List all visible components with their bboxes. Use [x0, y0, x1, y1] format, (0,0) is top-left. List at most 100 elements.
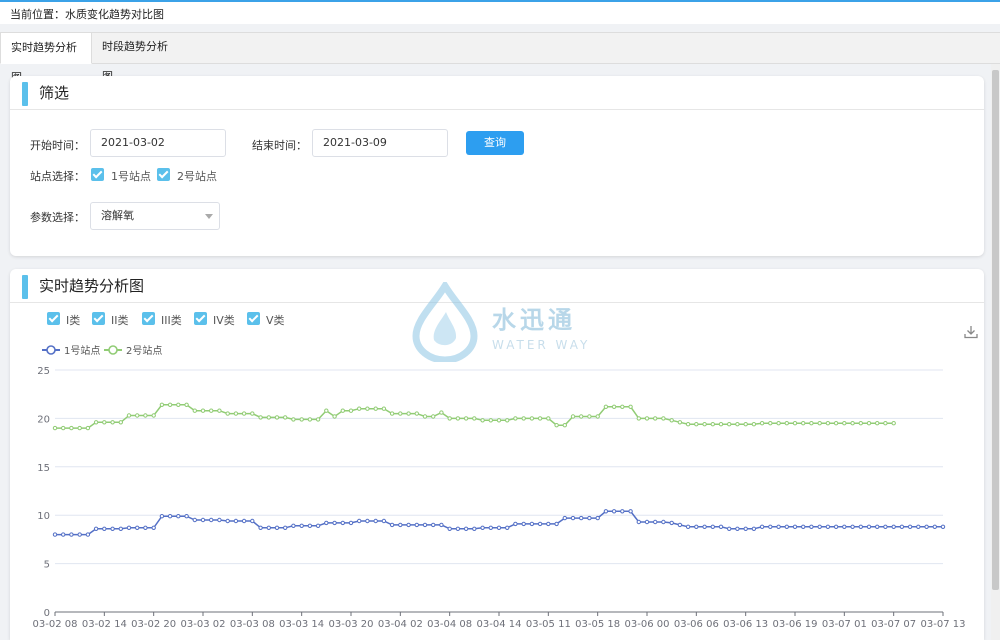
- data-point-1: [899, 524, 905, 530]
- data-point-2: [167, 402, 173, 408]
- data-point-2: [883, 421, 888, 426]
- data-point-2: [735, 422, 740, 427]
- data-point-1: [546, 521, 551, 527]
- data-point-1: [866, 524, 872, 530]
- data-point-1: [669, 520, 674, 526]
- station-1-checkbox[interactable]: [91, 168, 104, 181]
- data-point-2: [389, 411, 395, 416]
- data-point-2: [595, 414, 600, 419]
- data-point-1: [61, 532, 66, 537]
- x-tick-label: 03-06 00: [625, 619, 670, 630]
- data-point-1: [825, 524, 831, 530]
- y-tick-label: 25: [37, 366, 50, 377]
- data-point-2: [562, 423, 567, 428]
- data-point-1: [521, 521, 526, 527]
- start-date-input[interactable]: 2021-03-02: [90, 129, 226, 157]
- data-point-1: [463, 526, 469, 532]
- x-tick-label: 03-07 07: [871, 619, 916, 630]
- data-point-2: [192, 408, 198, 413]
- data-point-1: [924, 524, 929, 530]
- data-point-2: [307, 417, 313, 422]
- data-point-1: [718, 524, 724, 530]
- data-point-1: [883, 524, 888, 530]
- data-point-2: [225, 411, 230, 416]
- data-point-2: [324, 408, 329, 413]
- param-select-label: 参数选择：: [30, 211, 85, 224]
- class-2-checkbox[interactable]: [92, 312, 105, 325]
- class-5-checkbox[interactable]: [247, 312, 260, 325]
- water-drop-logo-icon: [412, 282, 478, 362]
- x-axis-ticks: 03-02 08 03-02 14 03-02 20 03-03 02 03-03 08…: [33, 612, 965, 630]
- data-point-1: [710, 524, 715, 530]
- data-point-1: [102, 526, 107, 532]
- legend-label-2: 2号站点: [126, 344, 162, 357]
- data-point-2: [792, 421, 798, 426]
- data-point-1: [274, 525, 280, 531]
- data-point-2: [751, 422, 757, 427]
- data-point-2: [77, 425, 82, 431]
- data-point-1: [77, 532, 82, 537]
- title-accent-bar: [22, 275, 28, 299]
- data-point-1: [85, 532, 91, 537]
- x-tick-label: 03-02 08: [33, 619, 78, 630]
- data-point-1: [332, 520, 337, 526]
- station-2-checkbox[interactable]: [157, 168, 170, 181]
- data-point-1: [694, 524, 699, 530]
- vertical-scrollbar[interactable]: [991, 64, 1000, 640]
- end-date-input[interactable]: 2021-03-09: [312, 129, 448, 157]
- data-point-2: [505, 418, 510, 423]
- x-tick-label: 03-04 14: [477, 619, 522, 630]
- data-point-2: [52, 425, 58, 431]
- data-point-2: [200, 408, 206, 413]
- data-point-1: [151, 525, 156, 531]
- data-point-1: [258, 525, 263, 531]
- data-point-2: [891, 421, 896, 426]
- legend-marker-2: [108, 345, 118, 355]
- tab-realtime-trend[interactable]: 实时趋势分析图: [0, 32, 92, 84]
- data-point-1: [414, 522, 419, 528]
- data-point-2: [291, 417, 296, 422]
- data-point-1: [439, 522, 444, 528]
- x-tick-label: 03-03 14: [279, 619, 324, 630]
- data-point-1: [653, 519, 658, 525]
- data-point-2: [817, 421, 822, 426]
- data-point-1: [389, 522, 395, 528]
- data-point-1: [833, 524, 839, 530]
- x-tick-label: 03-03 08: [230, 619, 275, 630]
- data-point-1: [324, 520, 329, 526]
- class-2-label: II类: [111, 314, 129, 327]
- data-point-1: [422, 522, 428, 528]
- scrollbar-thumb[interactable]: [992, 70, 999, 590]
- data-point-1: [570, 515, 576, 521]
- data-point-2: [546, 416, 551, 421]
- data-point-1: [431, 522, 436, 528]
- x-tick-label: 03-05 11: [526, 619, 571, 630]
- data-point-2: [784, 421, 789, 426]
- data-point-1: [677, 522, 683, 528]
- data-point-1: [135, 525, 140, 531]
- x-tick-label: 03-02 14: [82, 619, 127, 630]
- class-4-checkbox[interactable]: [194, 312, 207, 325]
- param-select[interactable]: 溶解氧: [90, 202, 220, 230]
- x-tick-label: 03-03 02: [181, 619, 226, 630]
- param-select-value: 溶解氧: [101, 209, 134, 222]
- data-point-2: [480, 418, 485, 423]
- data-point-1: [455, 526, 461, 532]
- y-tick-label: 15: [37, 463, 50, 474]
- y-tick-label: 0: [44, 608, 50, 619]
- query-button[interactable]: 查询: [466, 131, 524, 155]
- data-point-1: [932, 524, 937, 530]
- data-point-1: [759, 524, 765, 530]
- data-point-1: [143, 525, 148, 531]
- class-1-checkbox[interactable]: [47, 312, 60, 325]
- data-point-1: [644, 519, 650, 525]
- data-point-2: [587, 414, 592, 419]
- data-point-2: [776, 421, 781, 426]
- station-select-label: 站点选择：: [30, 170, 85, 183]
- data-point-2: [850, 421, 855, 426]
- class-3-checkbox[interactable]: [142, 312, 155, 325]
- data-point-2: [274, 415, 280, 420]
- watermark: 水迅通 WATER WAY: [410, 282, 610, 362]
- tab-period-trend[interactable]: 时段趋势分析图: [92, 32, 184, 83]
- class-3-label: III类: [161, 314, 182, 327]
